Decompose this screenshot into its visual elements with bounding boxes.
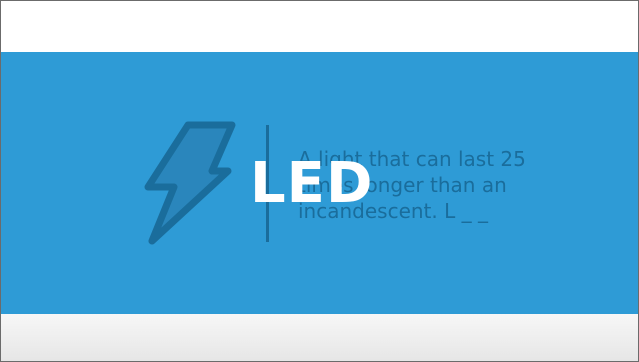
slide-frame: A light that can last 25 times longer th… xyxy=(0,0,639,362)
lightning-bolt-icon xyxy=(144,121,236,245)
footer-bar xyxy=(1,314,638,361)
answer-text: LED xyxy=(250,151,374,216)
